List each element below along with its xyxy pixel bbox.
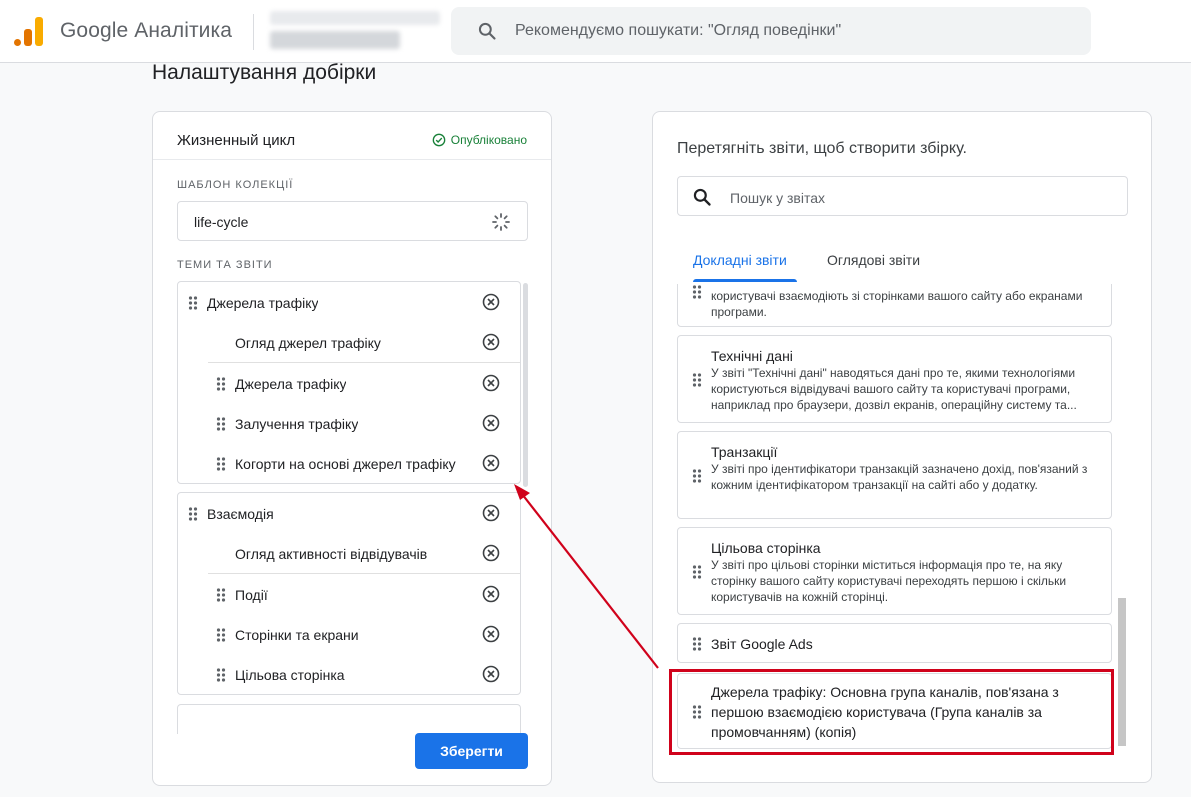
remove-icon[interactable]	[482, 544, 500, 562]
drag-handle-icon[interactable]	[692, 637, 702, 651]
status-text: Опубліковано	[450, 133, 527, 147]
template-label: ШАБЛОН КОЛЕКЦІЇ	[177, 179, 294, 191]
drag-handle-icon[interactable]	[692, 565, 702, 579]
brand-name[interactable]: Google Аналітика	[60, 19, 232, 43]
report-card-title: Технічні дані	[711, 348, 793, 364]
report-row[interactable]: Цільова сторінка	[178, 654, 520, 694]
drag-handle-icon[interactable]	[188, 507, 198, 521]
report-label: Огляд джерел трафіку	[235, 335, 381, 351]
report-label: Залучення трафіку	[235, 416, 359, 432]
remove-icon[interactable]	[482, 454, 500, 472]
remove-icon[interactable]	[482, 665, 500, 683]
report-card-description: У звіті про ідентифікатори транзакцій за…	[711, 462, 1088, 492]
topic-row[interactable]: Джерела трафіку	[178, 282, 520, 322]
drag-handle-icon[interactable]	[692, 469, 702, 483]
remove-icon[interactable]	[482, 585, 500, 603]
report-card[interactable]: Звіт Google Ads	[677, 623, 1112, 663]
spinner-icon	[492, 213, 510, 231]
remove-icon[interactable]	[482, 414, 500, 432]
drag-handle-icon[interactable]	[216, 668, 226, 682]
report-label: Сторінки та екрани	[235, 627, 359, 643]
tab-detailed-reports[interactable]: Докладні звіти	[693, 252, 787, 268]
template-field[interactable]: life-cycle	[177, 201, 528, 241]
status-badge: Опубліковано	[432, 133, 527, 147]
report-label: Події	[235, 587, 268, 603]
drag-handle-icon[interactable]	[692, 373, 702, 387]
report-row[interactable]: Джерела трафіку	[178, 363, 520, 403]
account-selector[interactable]	[270, 9, 440, 54]
report-card[interactable]: користувачі взаємодіють зі сторінками ва…	[677, 284, 1112, 327]
library-scrollbar[interactable]	[1118, 598, 1126, 746]
header-divider	[253, 14, 254, 50]
topics-label: ТЕМИ ТА ЗВІТИ	[177, 259, 273, 271]
collection-header: Жизненный цикл Опубліковано	[153, 112, 551, 160]
report-label: Огляд активності відвідувачів	[235, 546, 428, 562]
topics-scrollbar[interactable]	[523, 283, 528, 487]
active-tab-indicator	[693, 279, 797, 282]
report-row[interactable]: Події	[178, 574, 520, 614]
drag-handle-icon[interactable]	[216, 377, 226, 391]
topic-card[interactable]: Джерела трафіку Огляд джерел трафіку Дже…	[177, 281, 521, 484]
global-search-placeholder: Рекомендуємо пошукати: "Огляд поведінки"	[515, 22, 842, 39]
top-app-bar: Google Аналітика Рекомендуємо пошукати: …	[0, 0, 1191, 63]
library-heading: Перетягніть звіти, щоб створити збірку.	[677, 140, 967, 157]
topic-row[interactable]: Взаємодія	[178, 493, 520, 533]
report-card-description: У звіті про цільові сторінки міститься і…	[711, 558, 1067, 604]
report-row[interactable]: Залучення трафіку	[178, 403, 520, 443]
drag-handle-icon[interactable]	[216, 628, 226, 642]
topic-title: Взаємодія	[207, 506, 274, 522]
remove-icon[interactable]	[482, 625, 500, 643]
report-card[interactable]: Технічні дані У звіті "Технічні дані" на…	[677, 335, 1112, 423]
report-card-title: Цільова сторінка	[711, 540, 821, 556]
report-card[interactable]: Цільова сторінка У звіті про цільові сто…	[677, 527, 1112, 615]
remove-icon[interactable]	[482, 374, 500, 392]
report-label: Джерела трафіку	[235, 376, 347, 392]
report-search-input[interactable]: Пошук у звітах	[677, 176, 1128, 216]
report-card-title: Транзакції	[711, 444, 778, 460]
remove-icon[interactable]	[482, 504, 500, 522]
report-card[interactable]: Транзакції У звіті про ідентифікатори тр…	[677, 431, 1112, 519]
published-check-icon	[432, 133, 446, 147]
page-title: Налаштування добірки	[152, 61, 377, 84]
drag-handle-icon[interactable]	[216, 588, 226, 602]
template-value: life-cycle	[194, 214, 249, 230]
report-row[interactable]: Огляд активності відвідувачів	[178, 533, 520, 573]
tab-overview-reports[interactable]: Оглядові звіти	[827, 252, 920, 268]
drag-handle-icon[interactable]	[188, 296, 198, 310]
report-card-title: Звіт Google Ads	[711, 636, 813, 652]
report-card-description: користувачі взаємодіють зі сторінками ва…	[711, 289, 1083, 319]
collection-name[interactable]: Жизненный цикл	[177, 132, 295, 149]
report-search-placeholder: Пошук у звітах	[730, 190, 825, 206]
topic-card[interactable]: Взаємодія Огляд активності відвідувачів …	[177, 492, 521, 695]
report-label: Цільова сторінка	[235, 667, 345, 683]
remove-icon[interactable]	[482, 333, 500, 351]
topic-title: Джерела трафіку	[207, 295, 319, 311]
search-icon	[693, 188, 711, 206]
library-tabs: Докладні звіти Оглядові звіти	[677, 238, 1128, 282]
search-icon	[478, 22, 496, 40]
drag-handle-icon[interactable]	[692, 285, 702, 299]
analytics-logo-icon[interactable]	[14, 16, 44, 46]
topics-list: Джерела трафіку Огляд джерел трафіку Дже…	[177, 281, 521, 695]
report-label: Когорти на основі джерел трафіку	[235, 456, 456, 472]
highlight-box	[669, 669, 1114, 755]
report-row[interactable]: Когорти на основі джерел трафіку	[178, 443, 520, 483]
drag-handle-icon[interactable]	[216, 457, 226, 471]
drag-handle-icon[interactable]	[216, 417, 226, 431]
report-row[interactable]: Огляд джерел трафіку	[178, 322, 520, 362]
report-card-description: У звіті "Технічні дані" наводяться дані …	[711, 366, 1077, 412]
collection-editor-panel: Жизненный цикл Опубліковано ШАБЛОН КОЛЕК…	[152, 111, 552, 786]
topic-card-partial[interactable]	[177, 704, 521, 734]
report-row[interactable]: Сторінки та екрани	[178, 614, 520, 654]
global-search-input[interactable]: Рекомендуємо пошукати: "Огляд поведінки"	[451, 7, 1091, 55]
remove-icon[interactable]	[482, 293, 500, 311]
save-button[interactable]: Зберегти	[415, 733, 528, 769]
